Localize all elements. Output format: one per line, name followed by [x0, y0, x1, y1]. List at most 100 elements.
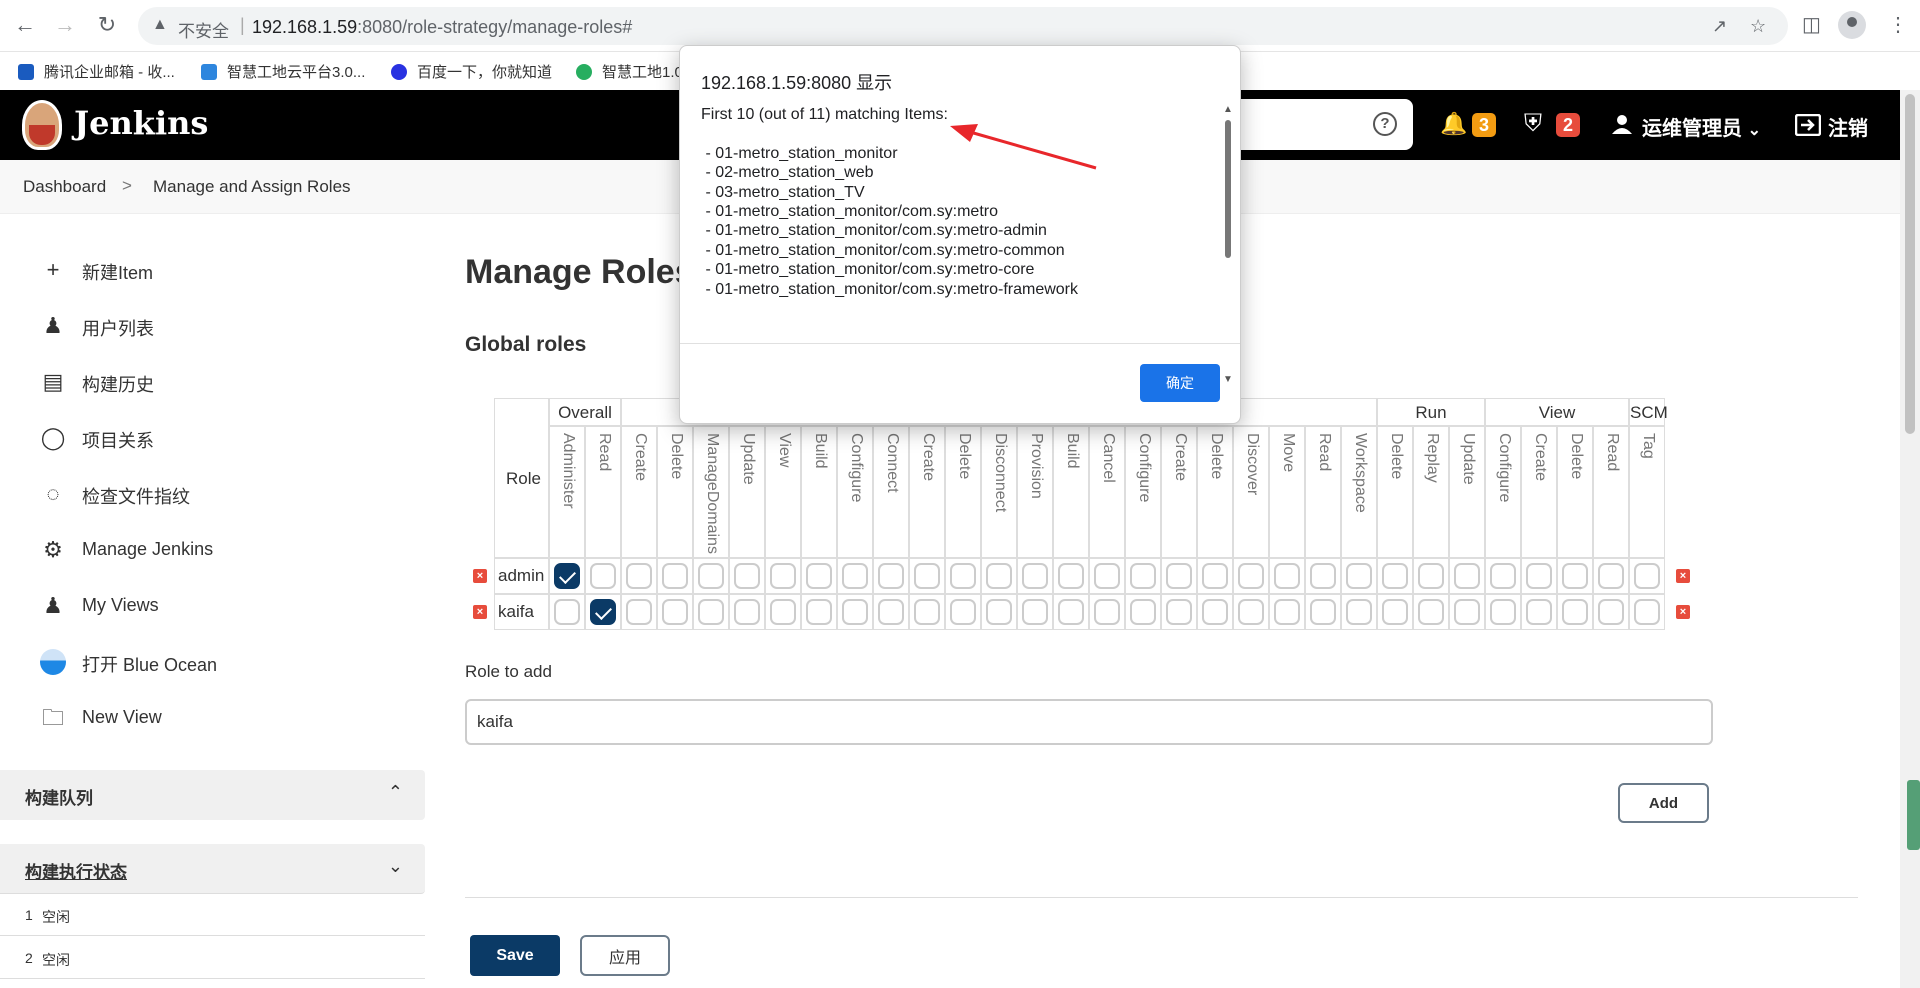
permission-checkbox[interactable]: [1634, 563, 1660, 589]
dialog-scrollbar[interactable]: ▲ ▼: [1221, 104, 1235, 387]
permission-checkbox[interactable]: [914, 563, 940, 589]
security-shield-icon[interactable]: ⛨: [1524, 110, 1542, 138]
menu-dots-icon[interactable]: ⋮: [1888, 12, 1908, 37]
permission-checkbox[interactable]: [1490, 599, 1516, 625]
delete-role-icon[interactable]: ×: [473, 605, 487, 619]
save-button[interactable]: Save: [470, 935, 560, 976]
permission-checkbox[interactable]: [914, 599, 940, 625]
permission-checkbox[interactable]: [626, 599, 652, 625]
permission-checkbox[interactable]: [806, 563, 832, 589]
permission-checkbox[interactable]: [1454, 599, 1480, 625]
page-scrollbar-thumb[interactable]: [1905, 94, 1915, 434]
address-bar[interactable]: ▲ 不安全 | 192.168.1.59:8080/role-strategy/…: [138, 7, 1788, 45]
permission-checkbox[interactable]: [1058, 599, 1084, 625]
permission-checkbox[interactable]: [1634, 599, 1660, 625]
notifications-badge[interactable]: 3: [1472, 113, 1496, 137]
delete-role-icon[interactable]: ×: [1676, 569, 1690, 583]
permission-checkbox[interactable]: [698, 599, 724, 625]
permission-checkbox[interactable]: [1274, 599, 1300, 625]
build-queue-panel[interactable]: 构建队列 ⌃: [0, 770, 425, 820]
permission-checkbox[interactable]: [1598, 563, 1624, 589]
search-input[interactable]: ?: [1230, 99, 1413, 150]
apply-button[interactable]: 应用: [580, 935, 670, 976]
breadcrumb-manage-roles[interactable]: Manage and Assign Roles: [153, 177, 351, 197]
permission-checkbox[interactable]: [1598, 599, 1624, 625]
permission-checkbox[interactable]: [554, 563, 580, 589]
delete-role-icon[interactable]: ×: [473, 569, 487, 583]
add-button[interactable]: Add: [1618, 783, 1709, 823]
bookmark-item[interactable]: 百度一下，你就知道: [391, 61, 552, 82]
permission-checkbox[interactable]: [1382, 599, 1408, 625]
permission-checkbox[interactable]: [662, 563, 688, 589]
page-scrollbar[interactable]: [1900, 90, 1920, 988]
executor-status-panel[interactable]: 构建执行状态 ⌄: [0, 844, 425, 894]
bookmark-star-icon[interactable]: ☆: [1750, 16, 1766, 37]
permission-checkbox[interactable]: [770, 599, 796, 625]
reload-icon[interactable]: ↻: [92, 10, 122, 40]
permission-checkbox[interactable]: [950, 599, 976, 625]
delete-role-icon[interactable]: ×: [1676, 605, 1690, 619]
profile-avatar-icon[interactable]: [1838, 11, 1866, 39]
permission-checkbox[interactable]: [1418, 563, 1444, 589]
share-icon[interactable]: ↗: [1712, 16, 1727, 37]
permission-checkbox[interactable]: [1490, 563, 1516, 589]
permission-checkbox[interactable]: [590, 599, 616, 625]
permission-checkbox[interactable]: [1382, 563, 1408, 589]
breadcrumb-dashboard[interactable]: Dashboard: [23, 177, 106, 197]
permission-checkbox[interactable]: [1130, 599, 1156, 625]
permission-checkbox[interactable]: [1202, 599, 1228, 625]
permission-checkbox[interactable]: [878, 563, 904, 589]
notifications-bell-icon[interactable]: 🔔: [1440, 111, 1467, 137]
permission-checkbox[interactable]: [1094, 599, 1120, 625]
permission-checkbox[interactable]: [1022, 563, 1048, 589]
permission-checkbox[interactable]: [590, 563, 616, 589]
executor-status-title[interactable]: 构建执行状态: [25, 858, 127, 883]
permission-checkbox[interactable]: [1526, 563, 1552, 589]
permission-checkbox[interactable]: [1346, 599, 1372, 625]
permission-checkbox[interactable]: [986, 599, 1012, 625]
permission-checkbox[interactable]: [662, 599, 688, 625]
jenkins-title[interactable]: Jenkins: [74, 104, 208, 142]
scroll-down-icon[interactable]: ▼: [1223, 374, 1233, 385]
permission-checkbox[interactable]: [1238, 563, 1264, 589]
bookmark-item[interactable]: 智慧工地1.0: [576, 61, 683, 82]
user-menu[interactable]: 运维管理员 ⌄: [1642, 112, 1761, 141]
dialog-scrollbar-thumb[interactable]: [1225, 120, 1231, 258]
permission-checkbox[interactable]: [1454, 563, 1480, 589]
permission-checkbox[interactable]: [1094, 563, 1120, 589]
permission-checkbox[interactable]: [1058, 563, 1084, 589]
permission-checkbox[interactable]: [1562, 563, 1588, 589]
logout-link[interactable]: 注销: [1828, 112, 1868, 141]
security-badge[interactable]: 2: [1556, 113, 1580, 137]
chevron-down-icon[interactable]: ⌄: [388, 856, 403, 877]
bookmark-item[interactable]: 智慧工地云平台3.0...: [201, 61, 365, 82]
forward-icon[interactable]: →: [50, 10, 80, 40]
permission-checkbox[interactable]: [1310, 599, 1336, 625]
permission-checkbox[interactable]: [770, 563, 796, 589]
permission-checkbox[interactable]: [950, 563, 976, 589]
permission-checkbox[interactable]: [1418, 599, 1444, 625]
logout-icon[interactable]: [1795, 114, 1821, 136]
permission-checkbox[interactable]: [626, 563, 652, 589]
permission-checkbox[interactable]: [1022, 599, 1048, 625]
permission-checkbox[interactable]: [554, 599, 580, 625]
permission-checkbox[interactable]: [698, 563, 724, 589]
bookmark-item[interactable]: 腾讯企业邮箱 - 收...: [18, 61, 175, 82]
permission-checkbox[interactable]: [734, 599, 760, 625]
permission-checkbox[interactable]: [734, 563, 760, 589]
permission-checkbox[interactable]: [1202, 563, 1228, 589]
permission-checkbox[interactable]: [842, 599, 868, 625]
permission-checkbox[interactable]: [986, 563, 1012, 589]
permission-checkbox[interactable]: [1562, 599, 1588, 625]
side-panel-icon[interactable]: ◫: [1802, 12, 1821, 37]
scroll-up-icon[interactable]: ▲: [1223, 104, 1233, 115]
permission-checkbox[interactable]: [878, 599, 904, 625]
permission-checkbox[interactable]: [1238, 599, 1264, 625]
permission-checkbox[interactable]: [1310, 563, 1336, 589]
permission-checkbox[interactable]: [1130, 563, 1156, 589]
permission-checkbox[interactable]: [1274, 563, 1300, 589]
permission-checkbox[interactable]: [1166, 599, 1192, 625]
permission-checkbox[interactable]: [1166, 563, 1192, 589]
jenkins-logo-icon[interactable]: [22, 100, 62, 150]
back-icon[interactable]: ←: [10, 10, 40, 40]
